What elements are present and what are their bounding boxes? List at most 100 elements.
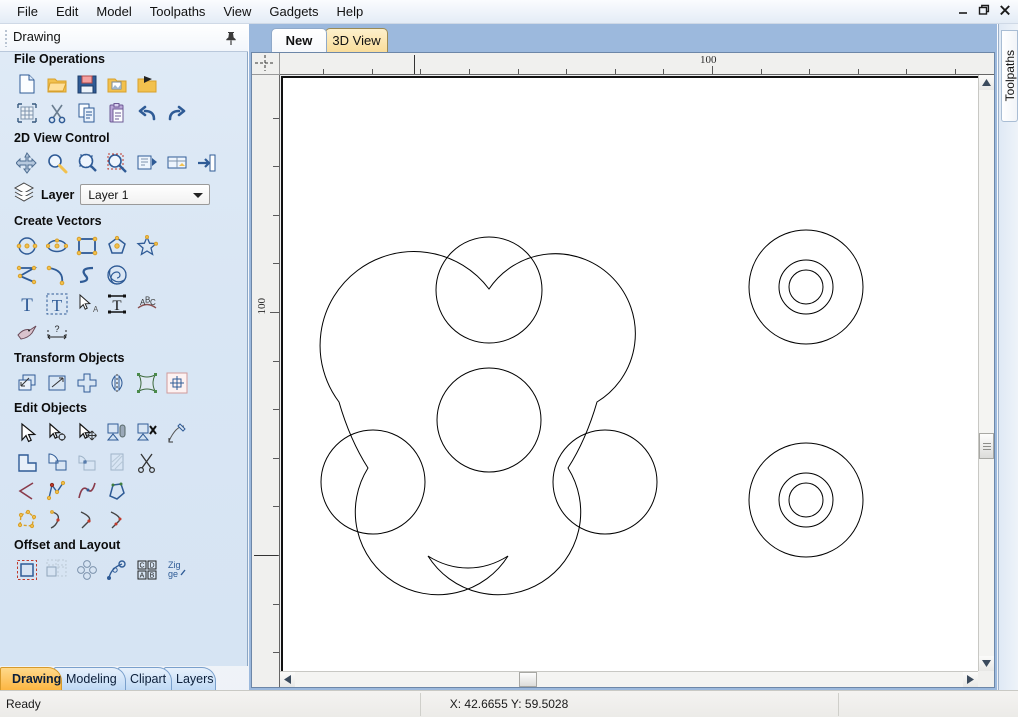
offset-node-icon[interactable] (42, 505, 72, 534)
mirror-objects-icon[interactable] (102, 368, 132, 397)
draw-ellipse-icon[interactable] (42, 231, 72, 260)
copy-icon[interactable] (72, 98, 102, 127)
menu-help[interactable]: Help (328, 2, 373, 22)
zoom-previous-icon[interactable] (132, 148, 162, 177)
text-block-icon[interactable]: T (102, 289, 132, 318)
draw-rectangle-icon[interactable] (72, 231, 102, 260)
restore-icon[interactable] (977, 2, 991, 18)
copy-along-curve-icon[interactable] (102, 555, 132, 584)
join-vectors-icon[interactable] (162, 418, 192, 447)
clip-vectors-icon[interactable] (102, 447, 132, 476)
draw-circle-icon[interactable] (12, 231, 42, 260)
vertical-ruler[interactable]: 100 (252, 75, 280, 687)
scroll-up-arrow[interactable] (979, 75, 994, 90)
draw-star-icon[interactable] (132, 231, 162, 260)
scale-objects-icon[interactable] (42, 368, 72, 397)
menu-view[interactable]: View (214, 2, 260, 22)
draw-polygon-icon[interactable] (102, 231, 132, 260)
minimize-icon[interactable] (956, 2, 970, 18)
zoom-interactive-icon[interactable] (42, 148, 72, 177)
menu-file[interactable]: File (8, 2, 47, 22)
toolpaths-tab[interactable]: Toolpaths (1001, 30, 1018, 122)
array-copy-icon[interactable] (42, 555, 72, 584)
move-node-icon[interactable] (72, 418, 102, 447)
group-objects-icon[interactable] (102, 418, 132, 447)
vector-boundary-icon[interactable] (12, 505, 42, 534)
edit-text-icon[interactable]: T (42, 289, 72, 318)
curve-icon[interactable] (72, 260, 102, 289)
horizontal-ruler[interactable]: 100 (280, 53, 994, 75)
dimension-icon[interactable]: ? (42, 318, 72, 347)
panel-tab-drawing[interactable]: Drawing (0, 667, 62, 690)
distort-objects-icon[interactable] (132, 368, 162, 397)
horizontal-scrollbar[interactable] (280, 671, 978, 687)
ruler-tick (273, 506, 279, 507)
node-edit-icon[interactable] (12, 418, 42, 447)
import-bitmap-icon[interactable] (132, 69, 162, 98)
document-tab-new[interactable]: New (271, 28, 327, 52)
open-file-icon[interactable] (42, 69, 72, 98)
subtract-vectors-icon[interactable] (42, 447, 72, 476)
undo-icon[interactable] (132, 98, 162, 127)
close-icon[interactable] (998, 2, 1012, 18)
fit-curves-icon[interactable] (42, 476, 72, 505)
scroll-down-arrow[interactable] (979, 656, 994, 671)
chevron-down-icon[interactable] (193, 193, 204, 198)
svg-text:B: B (150, 572, 155, 579)
toggle-panel-icon[interactable] (192, 148, 222, 177)
save-file-icon[interactable] (72, 69, 102, 98)
fillet-icon[interactable] (12, 476, 42, 505)
smooth-curve-icon[interactable] (72, 476, 102, 505)
intersect-vectors-icon[interactable] (72, 447, 102, 476)
draw-arc-icon[interactable] (42, 260, 72, 289)
weld-vectors-icon[interactable] (12, 447, 42, 476)
dock-grip-icon[interactable] (4, 29, 8, 47)
menu-gadgets[interactable]: Gadgets (260, 2, 327, 22)
menu-toolpaths[interactable]: Toolpaths (141, 2, 215, 22)
insert-node-icon[interactable] (72, 505, 102, 534)
new-file-icon[interactable] (12, 69, 42, 98)
text-select-icon[interactable]: AB (72, 289, 102, 318)
close-vector-icon[interactable] (102, 476, 132, 505)
ungroup-objects-icon[interactable] (132, 418, 162, 447)
pan-view-icon[interactable] (12, 148, 42, 177)
ruler-origin-icon[interactable] (252, 53, 280, 75)
vector-select-icon[interactable] (42, 418, 72, 447)
menu-edit[interactable]: Edit (47, 2, 87, 22)
zoom-drawing-icon[interactable] (162, 148, 192, 177)
cut-icon[interactable] (42, 98, 72, 127)
paste-icon[interactable] (102, 98, 132, 127)
create-text-icon[interactable]: T (12, 289, 42, 318)
zoom-box-icon[interactable] (102, 148, 132, 177)
layer-select[interactable]: Layer 1 (80, 184, 211, 205)
rotate-objects-icon[interactable] (72, 368, 102, 397)
drawing-canvas[interactable] (281, 76, 978, 671)
menu-model[interactable]: Model (87, 2, 140, 22)
offset-vectors-icon[interactable] (12, 555, 42, 584)
trace-bitmap-icon[interactable] (12, 318, 42, 347)
document-tab-3d-view[interactable]: 3D View (325, 28, 388, 52)
block-copy-icon[interactable]: CDAB (132, 555, 162, 584)
scroll-left-arrow[interactable] (280, 672, 295, 687)
zoom-extents-icon[interactable] (72, 148, 102, 177)
vertical-scrollbar[interactable] (978, 75, 994, 671)
spiral-icon[interactable] (102, 260, 132, 289)
vertical-scroll-thumb[interactable] (979, 433, 994, 459)
scroll-right-arrow[interactable] (963, 672, 978, 687)
redo-icon[interactable] (162, 98, 192, 127)
delete-node-icon[interactable] (102, 505, 132, 534)
pin-icon[interactable] (224, 30, 238, 46)
polyline-icon[interactable] (12, 260, 42, 289)
panel-tab-clipart[interactable]: Clipart (118, 667, 172, 690)
tool-group-edit-objects: Edit Objects (0, 401, 247, 534)
job-setup-icon[interactable] (12, 98, 42, 127)
import-vectors-icon[interactable] (102, 69, 132, 98)
move-objects-icon[interactable] (12, 368, 42, 397)
trim-vectors-icon[interactable] (132, 447, 162, 476)
nesting-icon[interactable]: Zig ge (162, 555, 192, 584)
panel-tab-modeling[interactable]: Modeling (54, 667, 126, 690)
text-on-curve-icon[interactable]: ABC (132, 289, 162, 318)
rotate-copy-icon[interactable] (72, 555, 102, 584)
horizontal-scroll-thumb[interactable] (519, 672, 537, 687)
align-objects-icon[interactable] (162, 368, 192, 397)
